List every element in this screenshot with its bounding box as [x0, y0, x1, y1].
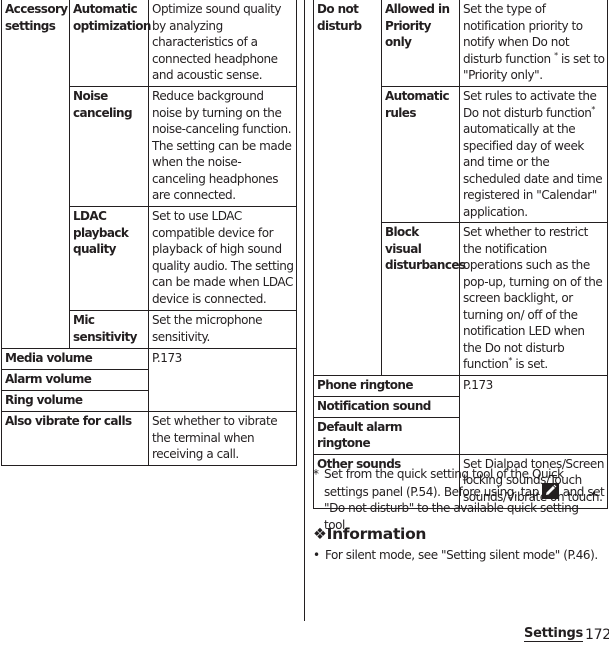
sound-settings-table-left: Accessory settings Automatic optimizatio… — [1, 0, 297, 466]
setting-desc: Reduce background noise by turning on th… — [148, 86, 297, 207]
setting-desc: Set the type of notification priority to… — [459, 0, 608, 87]
setting-desc: Set to use LDAC compatible device for pl… — [148, 206, 297, 311]
setting-name: Also vibrate for calls — [1, 411, 149, 466]
table-row: Also vibrate for calls Set whether to vi… — [1, 411, 297, 466]
setting-name: Mic sensitivity — [69, 310, 149, 349]
information-text: For silent mode, see "Setting silent mod… — [325, 548, 598, 562]
footnote-text-pre: Set from the quick setting tool of the Q… — [324, 467, 564, 499]
setting-name: LDAC playback quality — [69, 206, 149, 311]
setting-desc: Set whether to restrict the notification… — [459, 222, 608, 376]
group-label-do-not-disturb: Do not disturb — [313, 0, 382, 376]
setting-name: Phone ringtone — [313, 374, 460, 397]
table-row: Accessory settings Automatic optimizatio… — [1, 0, 297, 349]
information-item: • For silent mode, see "Setting silent mo… — [313, 547, 598, 564]
footnote-marker: * — [591, 104, 595, 114]
setting-desc: Optimize sound quality by analyzing char… — [148, 0, 297, 87]
setting-name: Notification sound — [313, 395, 460, 418]
footnote: * Set from the quick setting tool of the… — [313, 466, 605, 533]
setting-desc: Set rules to activate the Do not disturb… — [459, 86, 608, 223]
section-label: Settings — [524, 626, 583, 642]
setting-name: Allowed in Priority only — [381, 0, 460, 87]
group-label-accessory-settings: Accessory settings — [1, 0, 70, 349]
setting-name: Block visual disturbances — [381, 222, 466, 376]
desc-text: automatically at the specified day of we… — [463, 122, 603, 219]
table-row: Media volume P.173 — [1, 348, 297, 412]
setting-name: Alarm volume — [1, 369, 149, 391]
setting-desc: Set whether to vibrate the terminal when… — [148, 411, 297, 466]
desc-text: Set whether to restrict the notification… — [463, 225, 603, 371]
page-reference: P.173 — [459, 374, 608, 455]
desc-text: is set. — [511, 357, 548, 371]
desc-text: Set rules to activate the Do not disturb… — [463, 89, 597, 120]
setting-name: Default alarm ringtone — [313, 416, 460, 455]
setting-name: Automatic optimization — [69, 0, 151, 87]
footnote-text: Set from the quick setting tool of the Q… — [313, 466, 605, 533]
pencil-icon — [542, 482, 560, 499]
table-row: Phone ringtone P.173 — [313, 374, 608, 455]
sound-settings-table-right: Do not disturb Allowed in Priority only … — [313, 0, 608, 509]
bullet-icon: • — [313, 548, 320, 562]
page-number: 172 — [585, 627, 609, 643]
table-row: Do not disturb Allowed in Priority only … — [313, 0, 608, 376]
setting-name: Ring volume — [1, 390, 149, 412]
information-heading: ❖Information — [313, 525, 427, 543]
setting-name: Automatic rules — [381, 86, 460, 223]
column-divider — [304, 0, 305, 621]
page-reference: P.173 — [148, 348, 297, 412]
footnote-marker: * — [313, 467, 319, 481]
setting-desc: Set the microphone sensitivity. — [148, 310, 297, 349]
setting-name: Noise canceling — [69, 86, 149, 207]
setting-name: Media volume — [1, 348, 149, 370]
